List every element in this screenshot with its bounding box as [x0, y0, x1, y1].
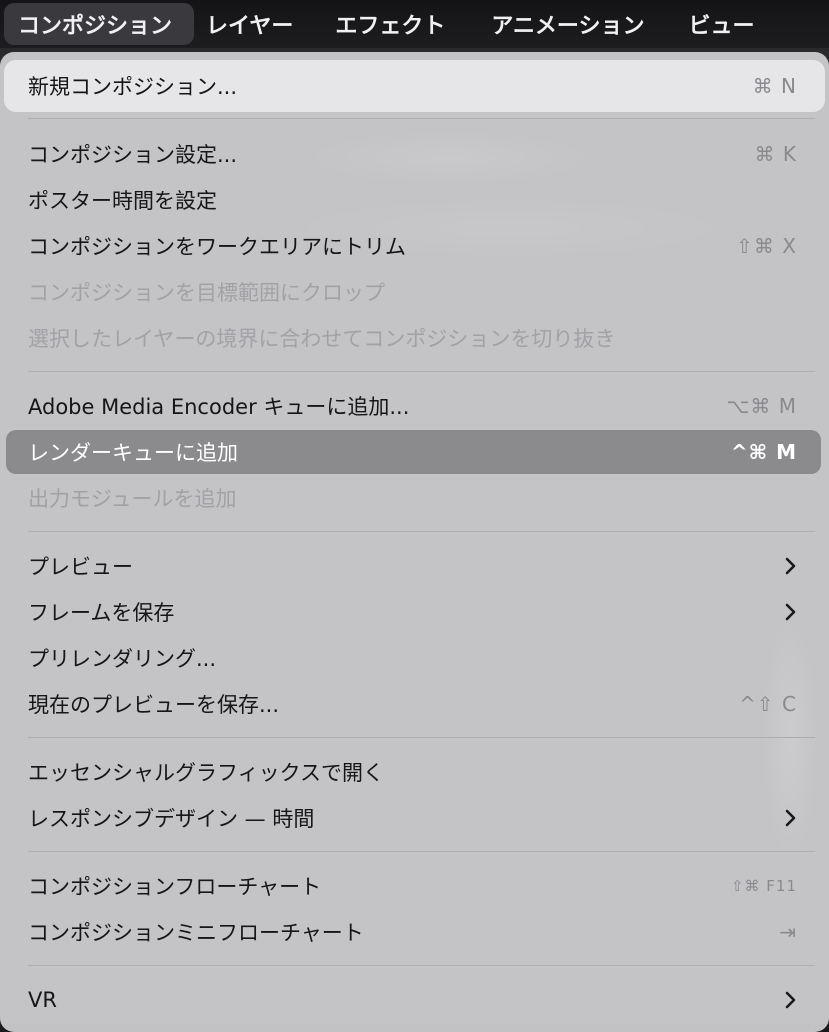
menu-item-shortcut: ⇧⌘ X [736, 234, 797, 258]
menu-item-label: コンポジションフローチャート [28, 875, 322, 899]
menu-item-add-to-media-encoder[interactable]: Adobe Media Encoder キューに追加... ⌥⌘ M [6, 384, 821, 428]
menu-item-composition-settings[interactable]: コンポジション設定... ⌘ K [6, 132, 821, 176]
menu-item-label: VR [28, 988, 57, 1012]
menu-item-label: コンポジション設定... [28, 143, 238, 167]
menu-item-responsive-design-time[interactable]: レスポンシブデザイン — 時間 [6, 796, 821, 840]
menu-item-label: コンポジションを目標範囲にクロップ [28, 281, 385, 305]
menu-separator [28, 531, 815, 532]
menu-item-label: ポスター時間を設定 [28, 189, 217, 213]
menu-item-shortcut: ^⇧ C [739, 692, 797, 716]
menu-item-label: 選択したレイヤーの境界に合わせてコンポジションを切り抜き [28, 327, 616, 351]
menubar-animation[interactable]: アニメーション [469, 3, 668, 45]
menu-item-label: プリレンダリング... [28, 647, 217, 671]
menu-item-shortcut: ⇧⌘ F11 [730, 877, 797, 895]
menu-separator [28, 371, 815, 372]
menubar-layer[interactable]: レイヤー [194, 3, 313, 45]
menu-item-save-current-preview[interactable]: 現在のプレビューを保存... ^⇧ C [6, 682, 821, 726]
menu-item-label: 現在のプレビューを保存... [28, 693, 280, 717]
composition-dropdown-menu: 新規コンポジション... ⌘ N コンポジション設定... ⌘ K ポスター時間… [0, 52, 829, 1032]
menu-item-shortcut: ⌥⌘ M [726, 394, 797, 418]
menu-item-add-to-render-queue[interactable]: レンダーキューに追加 ^⌘ M [6, 430, 821, 474]
menu-item-new-composition[interactable]: 新規コンポジション... ⌘ N [6, 64, 821, 108]
menu-item-composition-flowchart[interactable]: コンポジションフローチャート ⇧⌘ F11 [6, 864, 821, 908]
menu-item-shortcut: ⌘ K [754, 142, 797, 166]
menu-separator [28, 851, 815, 852]
menu-item-label: コンポジションをワークエリアにトリム [28, 235, 406, 259]
menu-item-add-output-module: 出力モジュールを追加 [6, 476, 821, 520]
menu-item-label: 出力モジュールを追加 [28, 487, 237, 511]
menu-item-label: レスポンシブデザイン — 時間 [28, 807, 315, 831]
menu-item-label: 新規コンポジション... [28, 75, 238, 99]
menu-item-label: エッセンシャルグラフィックスで開く [28, 761, 384, 785]
chevron-right-icon [779, 603, 797, 621]
menu-item-open-in-essential-graphics[interactable]: エッセンシャルグラフィックスで開く [6, 750, 821, 794]
menu-item-preview[interactable]: プレビュー [6, 544, 821, 588]
menu-separator [28, 965, 815, 966]
menu-item-label: プレビュー [28, 555, 133, 579]
menu-item-shortcut: ⌘ N [752, 74, 797, 98]
menu-item-crop-to-region: コンポジションを目標範囲にクロップ [6, 270, 821, 314]
menu-item-trim-to-work-area[interactable]: コンポジションをワークエリアにトリム ⇧⌘ X [6, 224, 821, 268]
menu-item-vr[interactable]: VR [6, 978, 821, 1022]
menu-item-shortcut: ^⌘ M [730, 440, 797, 464]
menu-item-label: フレームを保存 [28, 601, 175, 625]
chevron-right-icon [779, 991, 797, 1009]
menu-item-crop-to-layer-bounds: 選択したレイヤーの境界に合わせてコンポジションを切り抜き [6, 316, 821, 360]
menu-item-save-frame[interactable]: フレームを保存 [6, 590, 821, 634]
menu-item-composition-mini-flowchart[interactable]: コンポジションミニフローチャート ⇥ [6, 910, 821, 954]
menubar-view[interactable]: ビュー [669, 3, 777, 45]
chevron-right-icon [779, 809, 797, 827]
menu-item-label: Adobe Media Encoder キューに追加... [28, 395, 410, 419]
menu-item-label: コンポジションミニフローチャート [28, 921, 364, 945]
menu-item-label: レンダーキューに追加 [28, 441, 238, 465]
menubar-effect[interactable]: エフェクト [313, 3, 469, 45]
menu-item-set-poster-time[interactable]: ポスター時間を設定 [6, 178, 821, 222]
menu-separator [28, 118, 815, 119]
menu-item-pre-render[interactable]: プリレンダリング... [6, 636, 821, 680]
menu-item-shortcut: ⇥ [779, 920, 797, 944]
menubar-composition[interactable]: コンポジション [4, 3, 195, 45]
menu-separator [28, 737, 815, 738]
menu-bar: コンポジション レイヤー エフェクト アニメーション ビュー [0, 0, 829, 48]
chevron-right-icon [779, 557, 797, 575]
